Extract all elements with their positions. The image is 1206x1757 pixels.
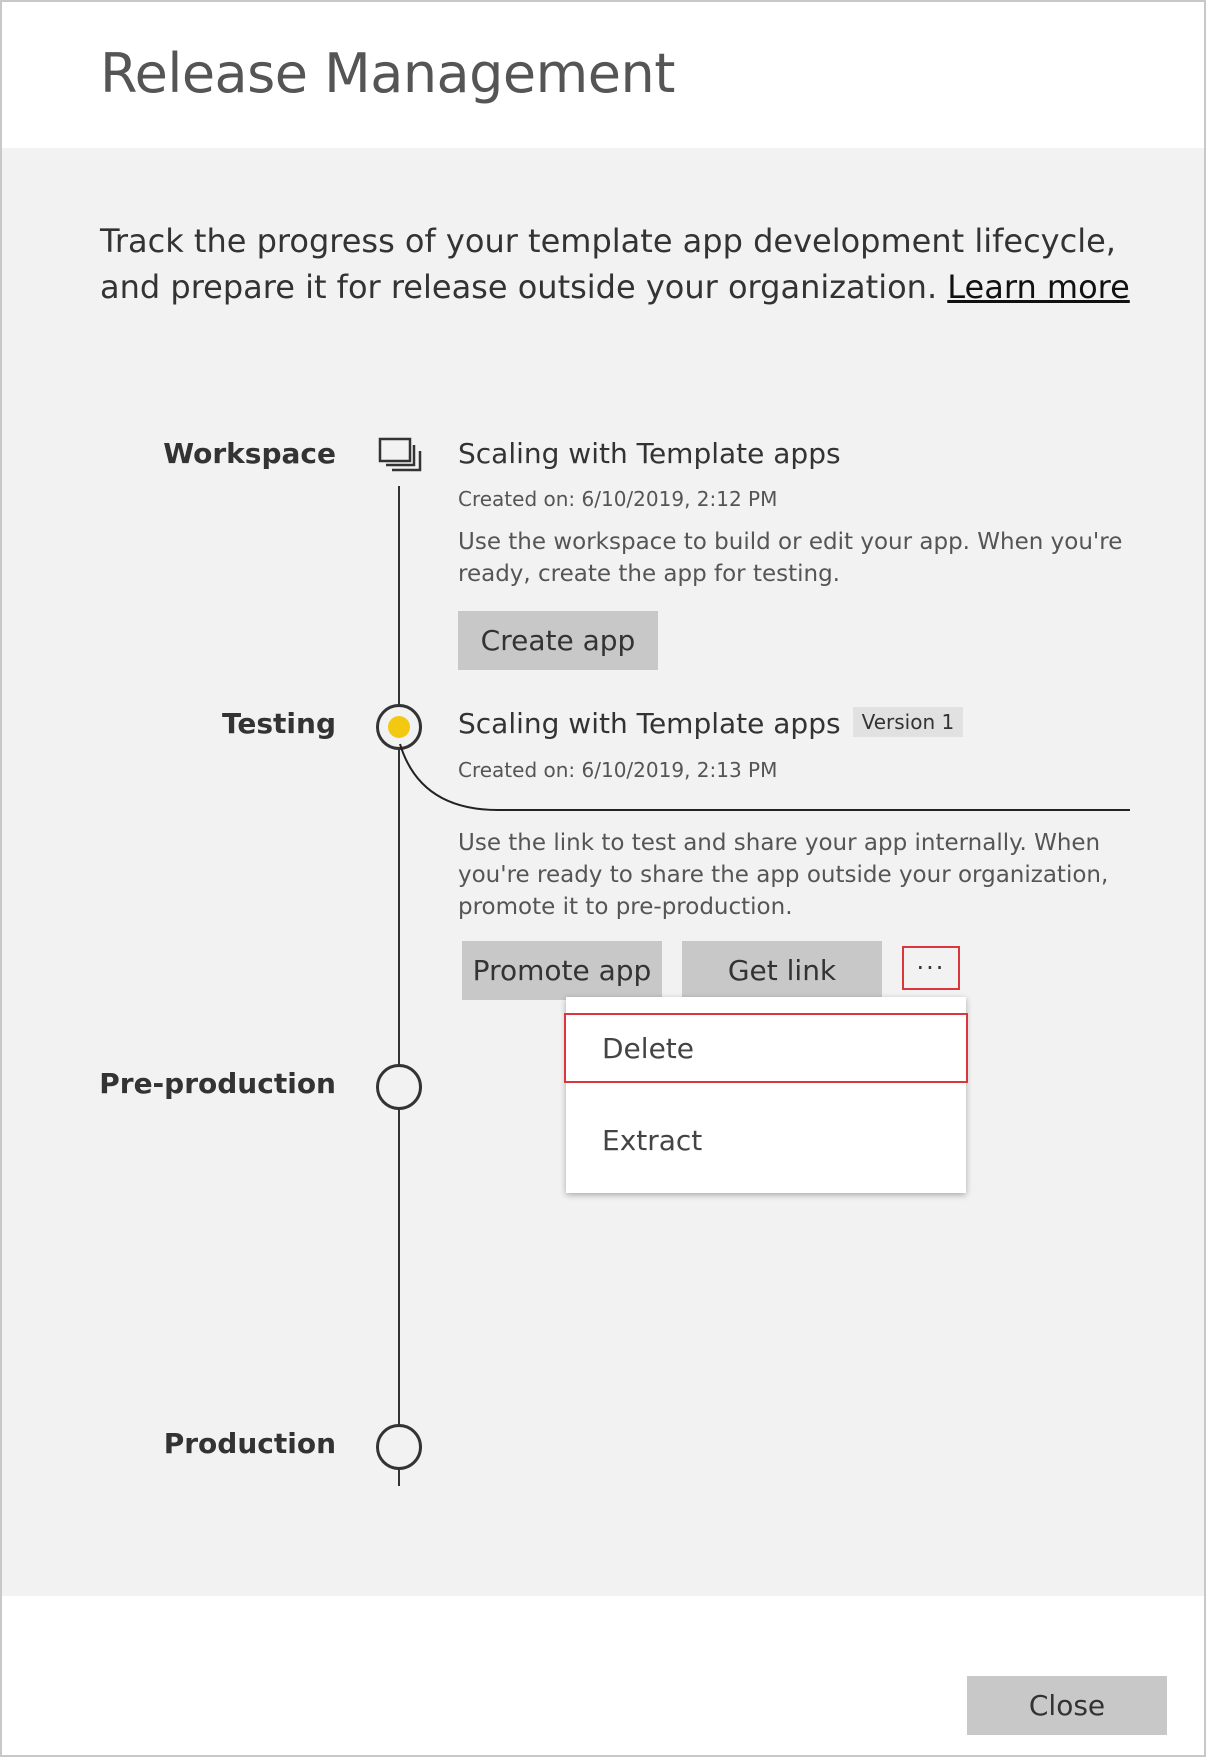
dialog-footer: Close: [2, 1596, 1204, 1755]
more-options-button[interactable]: ···: [902, 946, 960, 990]
menu-item-extract[interactable]: Extract: [566, 1105, 966, 1175]
create-app-button[interactable]: Create app: [458, 611, 658, 670]
promote-app-button[interactable]: Promote app: [462, 941, 662, 1000]
timeline-line: [398, 486, 400, 1486]
production-stage-circle: [376, 1424, 422, 1470]
learn-more-link[interactable]: Learn more: [947, 268, 1130, 306]
preproduction-stage-circle: [376, 1064, 422, 1110]
stage-label-workspace: Workspace: [163, 437, 336, 470]
dialog-title: Release Management: [100, 42, 675, 105]
more-options-menu: Delete Extract: [564, 997, 968, 1193]
close-button[interactable]: Close: [967, 1676, 1167, 1735]
release-management-dialog: Release Management Track the progress of…: [0, 0, 1206, 1757]
stage-label-preproduction: Pre-production: [99, 1067, 336, 1100]
intro-text: Track the progress of your template app …: [100, 218, 1140, 310]
stage-label-production: Production: [163, 1427, 336, 1460]
testing-connector-curve: [399, 743, 1130, 811]
stage-label-testing: Testing: [222, 707, 336, 740]
workspace-app-name: Scaling with Template apps: [458, 437, 841, 470]
testing-app-title: Scaling with Template apps Version 1: [458, 707, 964, 740]
testing-description: Use the link to test and share your app …: [458, 830, 1109, 920]
workspace-created-date: Created on: 6/10/2019, 2:12 PM: [458, 487, 778, 511]
get-link-button[interactable]: Get link: [682, 941, 882, 1000]
dialog-header: Release Management: [2, 2, 1204, 148]
active-stage-dot: [388, 716, 410, 738]
workspace-icon: [378, 437, 422, 472]
menu-item-delete[interactable]: Delete: [564, 1013, 968, 1083]
version-badge: Version 1: [852, 707, 964, 737]
testing-app-name: Scaling with Template apps: [458, 707, 841, 740]
workspace-description: Use the workspace to build or edit your …: [458, 529, 1123, 587]
